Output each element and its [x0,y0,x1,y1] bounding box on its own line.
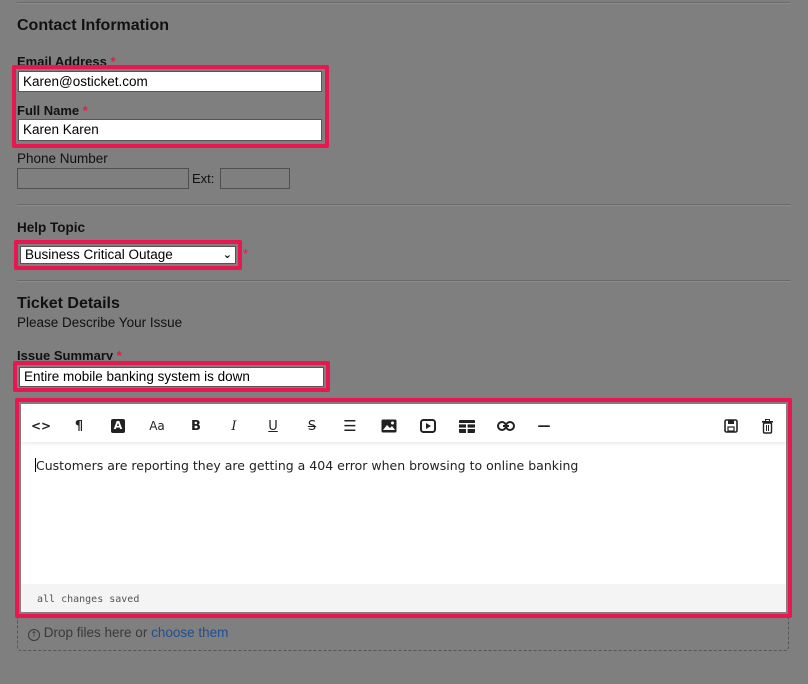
text-color-icon[interactable]: A [108,418,128,434]
editor-content[interactable]: Customers are reporting they are getting… [35,458,775,473]
divider [17,2,790,4]
editor-toolbar: <> ¶ A Aa B I U S ☰ — [21,404,786,442]
full-name-label: Full Name * [17,103,88,118]
underline-icon[interactable]: U [263,418,283,434]
ticket-subheading: Please Describe Your Issue [17,315,183,330]
upload-icon: ↑ [28,629,40,641]
table-icon[interactable] [457,418,477,434]
section-heading-ticket: Ticket Details [17,295,120,312]
bold-icon[interactable]: B [186,418,206,434]
divider [17,280,790,282]
list-icon[interactable]: ☰ [340,417,360,435]
help-topic-select[interactable]: Business Critical Outage ⌄ [20,246,236,264]
ext-field[interactable] [220,168,290,189]
save-icon[interactable] [721,418,741,434]
email-field[interactable]: Karen@osticket.com [18,71,322,92]
issue-summary-field[interactable]: Entire mobile banking system is down [19,367,324,387]
font-size-icon[interactable]: Aa [147,418,167,434]
save-status: all changes saved [37,594,140,605]
ext-label: Ext: [192,171,215,186]
phone-label: Phone Number [17,151,108,166]
drop-zone-text: ↑ Drop files here or choose them [28,625,228,641]
horizontal-rule-icon[interactable]: — [534,418,554,434]
issue-summary-label: Issue Summary * [17,348,122,360]
section-heading-contact: Contact Information [17,17,169,34]
image-icon[interactable] [379,418,399,434]
video-icon[interactable] [418,418,438,434]
link-icon[interactable] [496,418,516,434]
chevron-down-icon: ⌄ [222,248,232,261]
trash-icon[interactable] [757,418,777,434]
editor-status-bar: all changes saved [21,584,786,612]
choose-files-link[interactable]: choose them [151,625,228,640]
full-name-field[interactable]: Karen Karen [18,119,322,141]
help-topic-label: Help Topic [17,220,86,235]
rich-text-editor: <> ¶ A Aa B I U S ☰ — Customers are repo [21,404,786,612]
paragraph-icon[interactable]: ¶ [69,418,89,434]
phone-field[interactable] [17,168,189,189]
italic-icon[interactable]: I [224,418,244,434]
editor-body-text: Customers are reporting they are getting… [36,458,579,473]
strikethrough-icon[interactable]: S [302,418,322,434]
code-view-icon[interactable]: <> [31,418,51,434]
divider [17,204,790,206]
required-mark: * [243,246,249,261]
drop-text: Drop files here or [43,625,148,640]
file-drop-zone[interactable]: ↑ Drop files here or choose them [17,618,789,651]
help-topic-selected: Business Critical Outage [25,247,173,262]
